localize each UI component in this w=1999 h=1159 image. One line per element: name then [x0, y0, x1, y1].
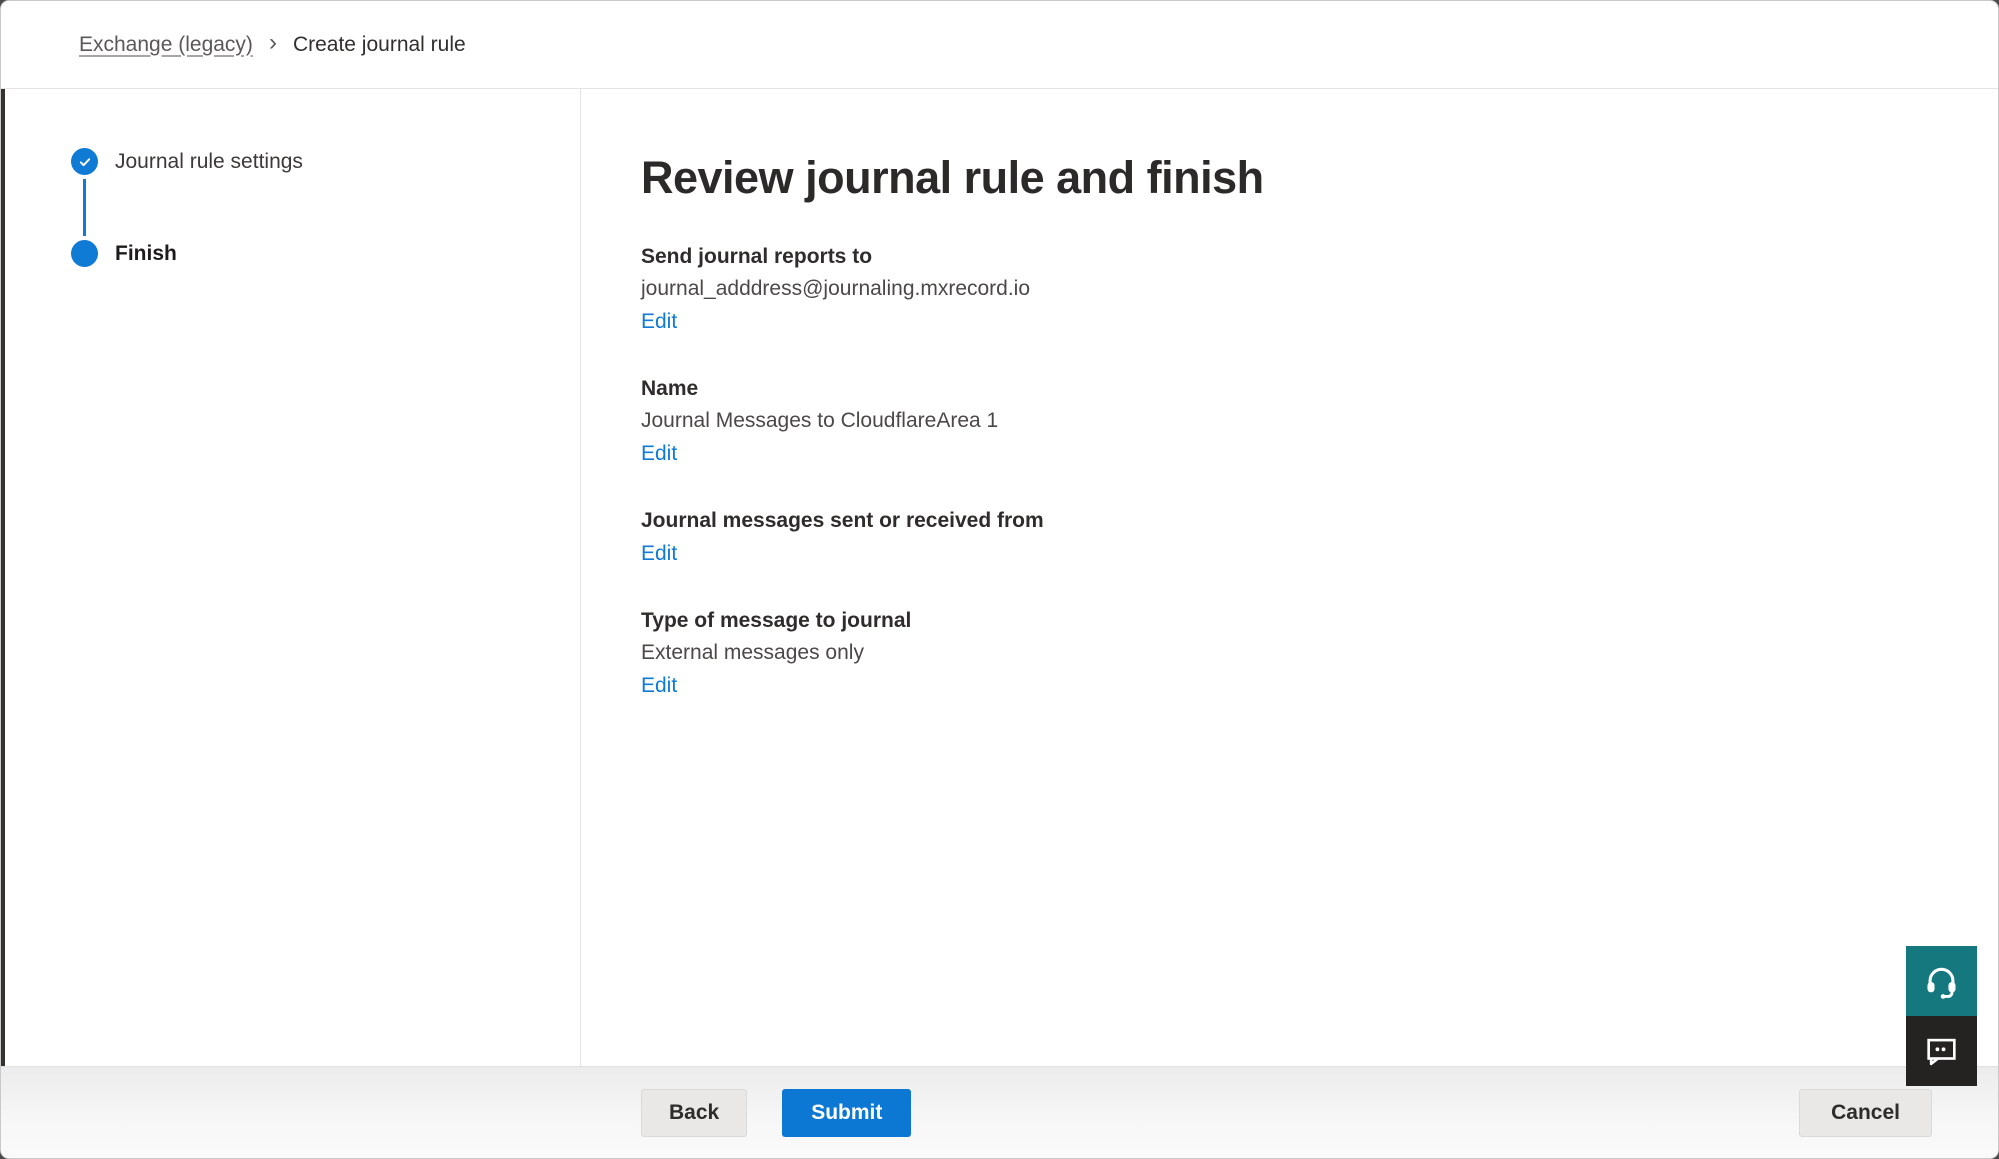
chevron-right-icon: ›	[269, 29, 277, 57]
section-journal-messages-scope: Journal messages sent or received from E…	[641, 507, 1958, 567]
step-label: Finish	[115, 242, 177, 266]
section-send-journal-reports-to: Send journal reports to journal_adddress…	[641, 243, 1958, 335]
wizard-steps-sidebar: Journal rule settings Finish	[5, 89, 581, 1066]
edit-name-link[interactable]: Edit	[641, 440, 677, 467]
wizard-footer: Back Submit Cancel	[1, 1066, 1998, 1158]
assistance-button-stack	[1906, 946, 1977, 1086]
edit-type-link[interactable]: Edit	[641, 672, 677, 699]
breadcrumb-exchange-legacy-link[interactable]: Exchange (legacy)	[79, 33, 253, 57]
submit-button[interactable]: Submit	[782, 1089, 911, 1137]
breadcrumb: Exchange (legacy) › Create journal rule	[79, 31, 466, 59]
field-label: Send journal reports to	[641, 243, 1958, 270]
rule-name-value: Journal Messages to CloudflareArea 1	[641, 407, 1958, 434]
step-connector-line	[83, 179, 86, 236]
edit-scope-link[interactable]: Edit	[641, 540, 677, 567]
breadcrumb-current-page: Create journal rule	[293, 33, 466, 57]
section-type-of-message: Type of message to journal External mess…	[641, 607, 1958, 699]
field-label: Type of message to journal	[641, 607, 1958, 634]
wizard-body: Journal rule settings Finish Review jour…	[1, 89, 1998, 1066]
step-finish[interactable]: Finish	[71, 240, 580, 267]
message-type-value: External messages only	[641, 639, 1958, 666]
edit-reports-to-link[interactable]: Edit	[641, 308, 677, 335]
breadcrumb-bar: Exchange (legacy) › Create journal rule	[1, 1, 1998, 89]
support-button[interactable]	[1906, 946, 1977, 1016]
create-journal-rule-wizard-window: Exchange (legacy) › Create journal rule …	[0, 0, 1999, 1159]
wizard-step-list: Journal rule settings Finish	[71, 148, 580, 267]
feedback-button[interactable]	[1906, 1016, 1977, 1086]
headset-icon	[1923, 963, 1960, 1000]
step-journal-rule-settings[interactable]: Journal rule settings	[71, 148, 580, 175]
section-name: Name Journal Messages to CloudflareArea …	[641, 375, 1958, 467]
cancel-button[interactable]: Cancel	[1799, 1089, 1932, 1137]
chat-bubble-dots-icon	[1924, 1034, 1959, 1069]
step-completed-checkmark-icon	[71, 148, 98, 175]
field-label: Journal messages sent or received from	[641, 507, 1958, 534]
page-title: Review journal rule and finish	[641, 151, 1958, 205]
journal-report-address-value: journal_adddress@journaling.mxrecord.io	[641, 275, 1958, 302]
back-button[interactable]: Back	[641, 1089, 747, 1137]
step-label: Journal rule settings	[115, 150, 303, 174]
step-current-dot-icon	[71, 240, 98, 267]
review-panel: Review journal rule and finish Send jour…	[581, 89, 1998, 1066]
field-label: Name	[641, 375, 1958, 402]
